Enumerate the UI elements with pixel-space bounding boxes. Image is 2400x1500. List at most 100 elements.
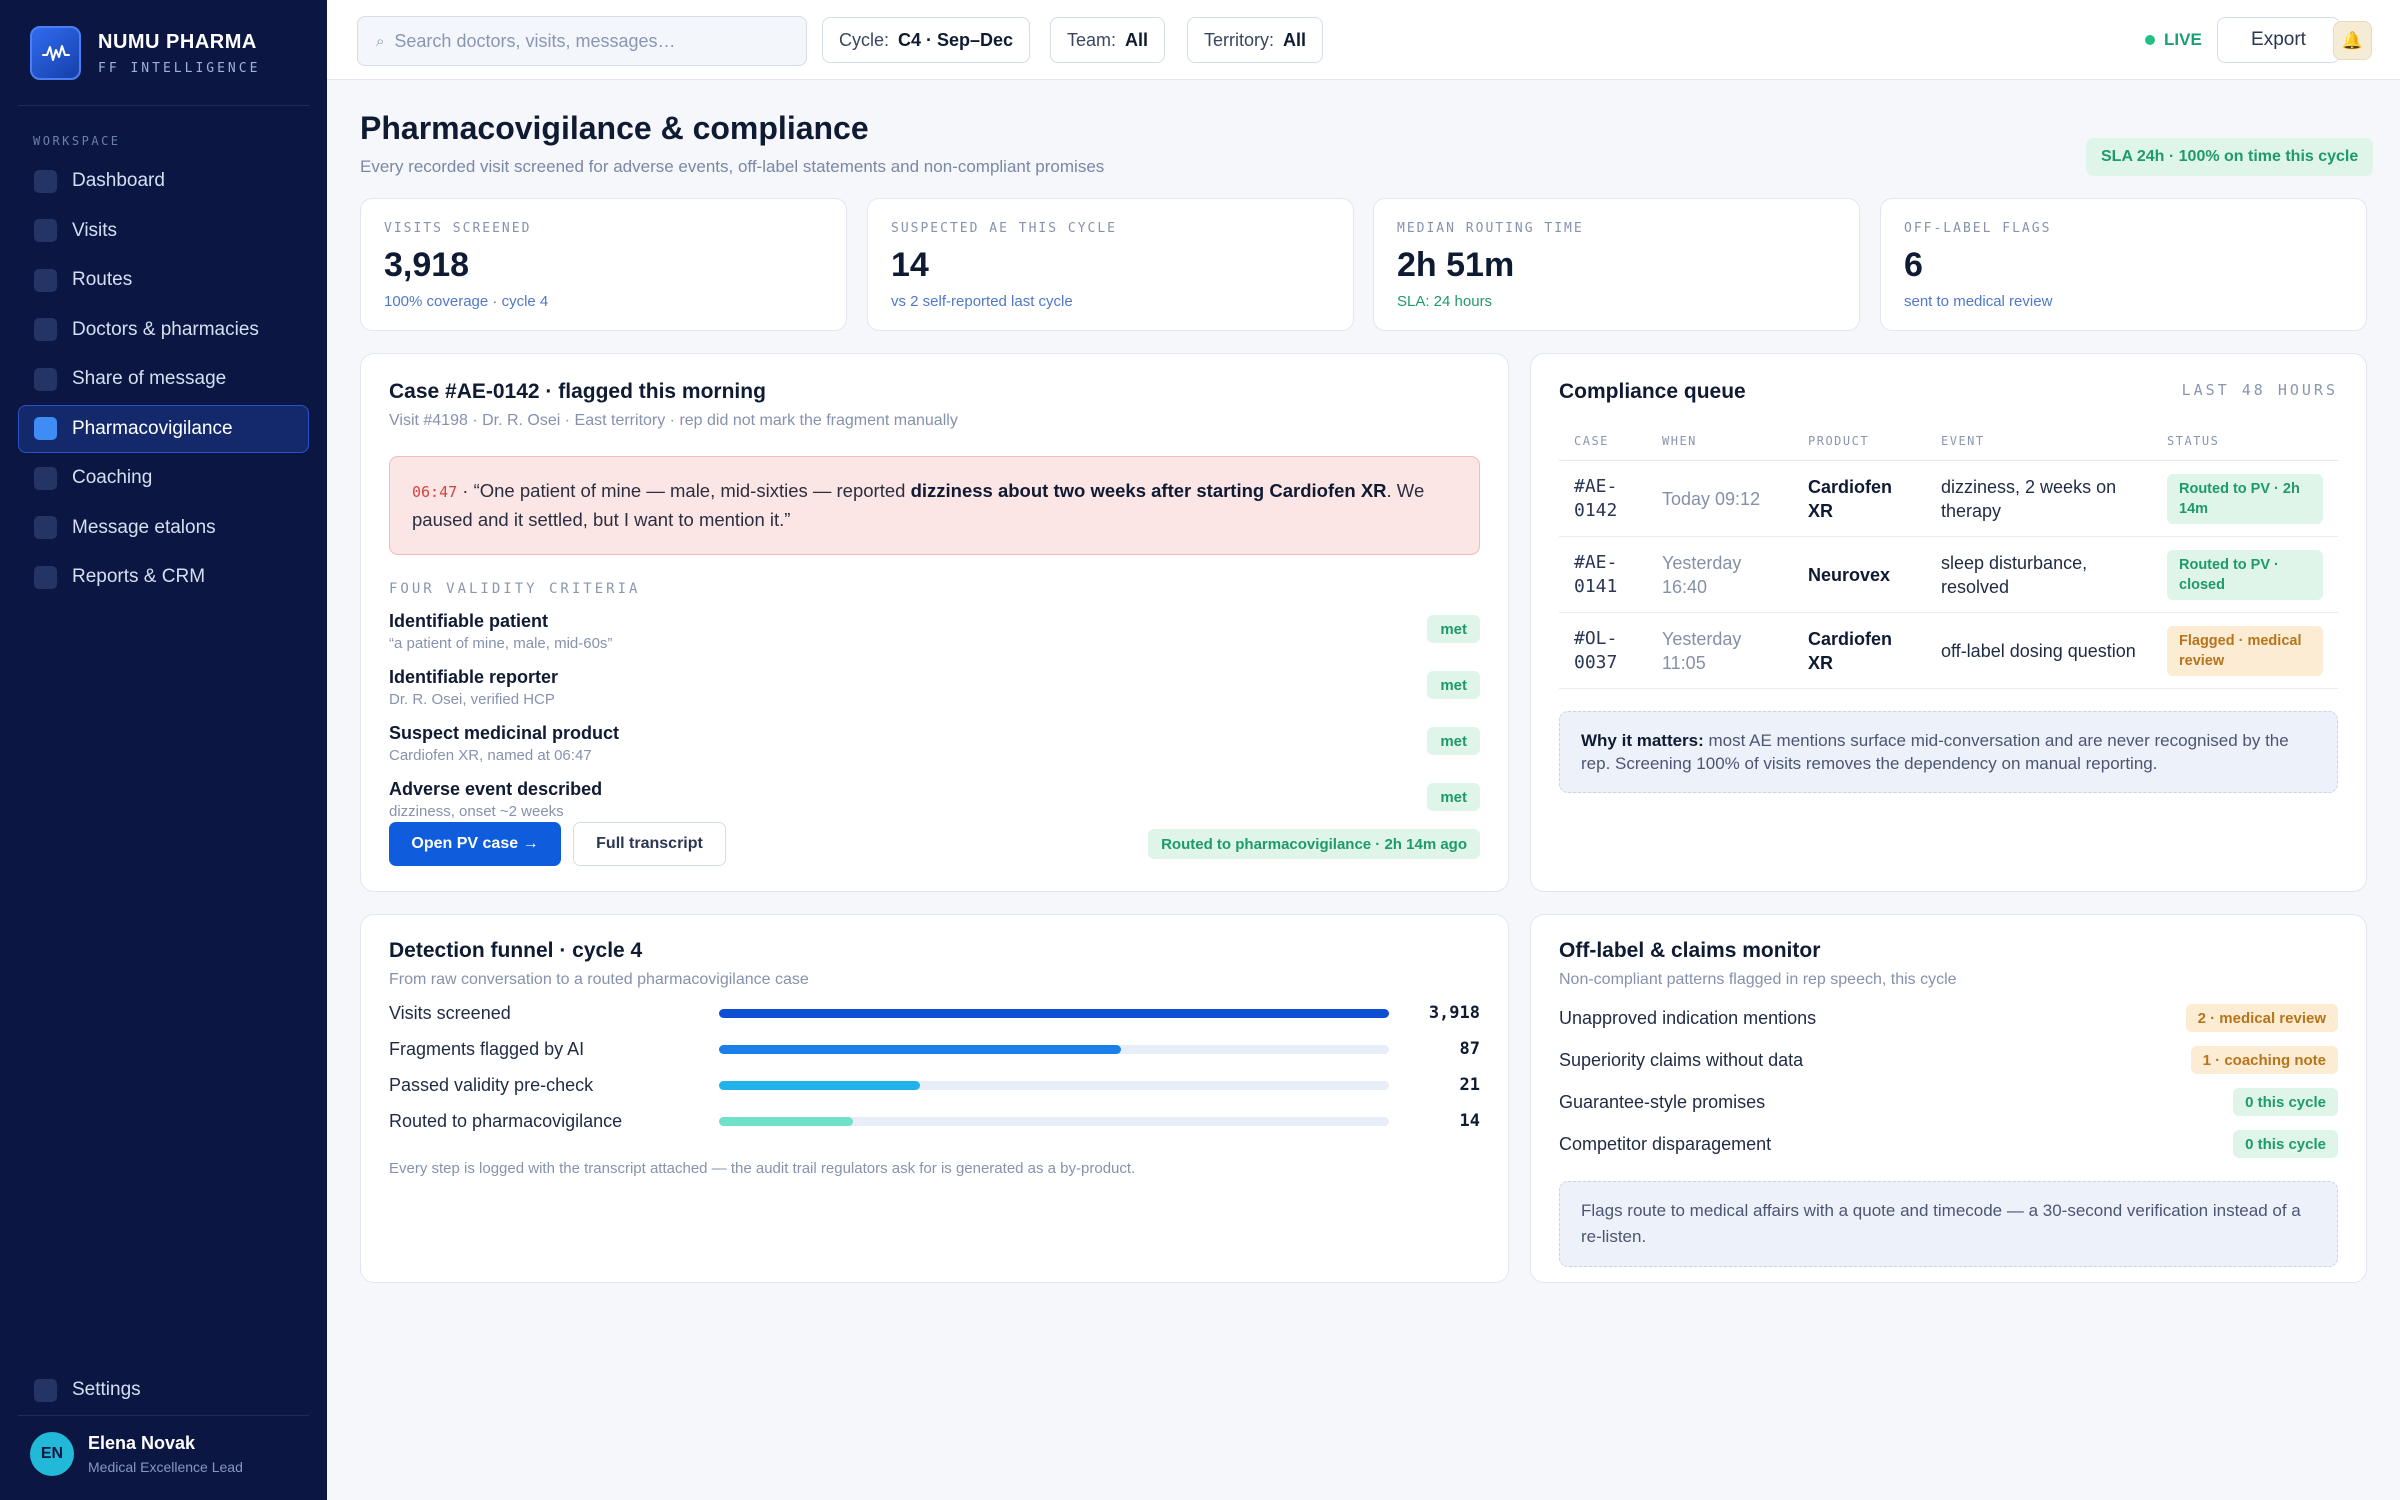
notifications-button[interactable]: 🔔	[2333, 21, 2372, 60]
sidebar-item-doctors[interactable]: Doctors & pharmacies	[18, 306, 309, 354]
funnel-row: Fragments flagged by AI 87	[389, 1031, 1480, 1067]
sidebar: NUMU PHARMA FF INTELLIGENCE WORKSPACE Da…	[0, 0, 327, 1500]
case-id: #AE-0141	[1559, 536, 1647, 613]
full-transcript-button[interactable]: Full transcript	[573, 822, 726, 866]
table-row[interactable]: #OL-0037 Yesterday 11:05 Cardiofen XR of…	[1559, 612, 2338, 689]
settings-icon	[34, 1378, 57, 1402]
criterion-name: Suspect medicinal product	[389, 723, 620, 743]
funnel-step-label: Fragments flagged by AI	[389, 1038, 585, 1059]
offlabel-label: Competitor disparagement	[1559, 1133, 1772, 1154]
open-pv-case-button[interactable]: Open PV case →	[389, 822, 561, 866]
criterion-status-badge: met	[1427, 671, 1480, 699]
case-product: Cardiofen XR	[1793, 460, 1926, 537]
funnel-row: Visits screened 3,918	[389, 995, 1480, 1031]
sidebar-item-reports[interactable]: Reports & CRM	[18, 553, 309, 601]
search-input[interactable]: ⌕ Search doctors, visits, messages…	[357, 16, 807, 66]
offlabel-subtitle: Non-compliant patterns flagged in rep sp…	[1559, 971, 1957, 988]
kpi-label: SUSPECTED AE THIS CYCLE	[891, 221, 1118, 236]
criterion-desc: Cardiofen XR, named at 06:47	[389, 747, 592, 764]
routed-status-badge: Routed to pharmacovigilance · 2h 14m ago	[1148, 829, 1480, 859]
funnel-track	[719, 1044, 1389, 1054]
user-profile[interactable]: EN Elena Novak Medical Excellence Lead	[30, 1432, 243, 1476]
status-badge: 2 · medical review	[2185, 1004, 2338, 1032]
case-event: off-label dosing question	[1926, 612, 2152, 689]
status-badge: Flagged · medical review	[2167, 625, 2323, 676]
sidebar-item-dashboard[interactable]: Dashboard	[18, 157, 309, 205]
criterion-row: Identifiable patient “a patient of mine,…	[389, 597, 1480, 653]
kpi-note: vs 2 self-reported last cycle	[891, 293, 1073, 310]
sidebar-item-label: Dashboard	[72, 170, 165, 191]
dashboard-icon	[34, 169, 57, 193]
cycle-filter[interactable]: Cycle: C4 · Sep–Dec	[822, 17, 1031, 63]
funnel-bar	[719, 1116, 853, 1126]
funnel-bar	[719, 1080, 920, 1090]
funnel-rows: Visits screened 3,918 Fragments flagged …	[389, 995, 1480, 1139]
reports-icon	[34, 565, 57, 589]
bell-icon: 🔔	[2341, 30, 2364, 50]
case-status-cell: Flagged · medical review	[2152, 612, 2338, 689]
offlabel-row[interactable]: Competitor disparagement 0 this cycle	[1559, 1123, 2338, 1165]
territory-filter[interactable]: Territory: All	[1187, 17, 1324, 63]
filter-value: C4 · Sep–Dec	[898, 29, 1014, 50]
status-badge: 0 this cycle	[2233, 1088, 2338, 1116]
why-it-matters-note: Why it matters: most AE mentions surface…	[1559, 711, 2338, 793]
brand-logo-icon	[30, 26, 81, 80]
table-row[interactable]: #AE-0141 Yesterday 16:40 Neurovex sleep …	[1559, 536, 2338, 613]
sidebar-item-pharmacovigilance[interactable]: Pharmacovigilance	[18, 404, 309, 453]
offlabel-row[interactable]: Unapproved indication mentions 2 · medic…	[1559, 997, 2338, 1039]
funnel-bar	[719, 1008, 1389, 1018]
criterion-status-badge: met	[1427, 615, 1480, 643]
case-product: Neurovex	[1793, 536, 1926, 613]
funnel-step-value: 87	[1459, 1039, 1480, 1059]
sidebar-section-label: WORKSPACE	[33, 134, 121, 148]
table-row[interactable]: #AE-0142 Today 09:12 Cardiofen XR dizzin…	[1559, 460, 2338, 537]
offlabel-row[interactable]: Superiority claims without data 1 · coac…	[1559, 1039, 2338, 1081]
sidebar-item-coaching[interactable]: Coaching	[18, 454, 309, 502]
sidebar-item-message-etalons[interactable]: Message etalons	[18, 504, 309, 552]
criterion-status-badge: met	[1427, 727, 1480, 755]
status-badge: Routed to PV · closed	[2167, 549, 2323, 600]
column-header: CASE	[1559, 426, 1647, 461]
offlabel-row[interactable]: Guarantee-style promises 0 this cycle	[1559, 1081, 2338, 1123]
page-subtitle: Every recorded visit screened for advers…	[360, 157, 1105, 176]
avatar: EN	[30, 1432, 74, 1476]
visits-icon	[34, 219, 57, 242]
share-of-message-icon	[34, 367, 57, 391]
sidebar-item-share-of-message[interactable]: Share of message	[18, 355, 309, 403]
offlabel-label: Unapproved indication mentions	[1559, 1007, 1817, 1028]
brand[interactable]: NUMU PHARMA FF INTELLIGENCE	[30, 26, 260, 80]
funnel-footnote: Every step is logged with the transcript…	[389, 1160, 1136, 1177]
detection-funnel-card: Detection funnel · cycle 4 From raw conv…	[360, 914, 1509, 1283]
funnel-step-label: Passed validity pre-check	[389, 1074, 594, 1095]
sidebar-item-settings[interactable]: Settings	[18, 1366, 309, 1414]
sidebar-nav: Dashboard Visits Routes Doctors & pharma…	[18, 157, 309, 603]
message-etalons-icon	[34, 516, 57, 539]
column-header: PRODUCT	[1793, 426, 1926, 461]
export-button[interactable]: Export	[2217, 17, 2340, 63]
sidebar-item-label: Routes	[72, 269, 133, 290]
sidebar-item-routes[interactable]: Routes	[18, 256, 309, 304]
case-title: Case #AE-0142 · flagged this morning	[389, 380, 766, 403]
funnel-row: Routed to pharmacovigilance 14	[389, 1103, 1480, 1139]
team-filter[interactable]: Team: All	[1050, 17, 1166, 63]
criterion-desc: “a patient of mine, male, mid-60s”	[389, 635, 613, 652]
criteria-heading: FOUR VALIDITY CRITERIA	[389, 581, 641, 597]
filter-value: All	[1125, 29, 1149, 50]
case-id: #OL-0037	[1559, 612, 1647, 689]
sidebar-divider	[18, 1415, 309, 1416]
funnel-step-value: 21	[1459, 1075, 1480, 1095]
live-dot-icon	[2145, 35, 2155, 45]
kpi-note: 100% coverage · cycle 4	[384, 293, 549, 310]
queue-table: CASE WHEN PRODUCT EVENT STATUS #AE-0142 …	[1559, 426, 2338, 689]
kpi-label: OFF-LABEL FLAGS	[1904, 221, 2052, 236]
sidebar-item-visits[interactable]: Visits	[18, 207, 309, 255]
quote-timecode: 06:47	[412, 483, 458, 501]
sidebar-item-label: Doctors & pharmacies	[72, 318, 259, 340]
case-card: Case #AE-0142 · flagged this morning Vis…	[360, 353, 1509, 892]
funnel-step-label: Routed to pharmacovigilance	[389, 1110, 623, 1131]
search-icon: ⌕	[376, 32, 385, 50]
kpi-median-routing: MEDIAN ROUTING TIME 2h 51m SLA: 24 hours	[1373, 198, 1860, 331]
column-header: EVENT	[1926, 426, 2152, 461]
filter-value: All	[1283, 29, 1307, 50]
column-header: WHEN	[1647, 426, 1793, 461]
